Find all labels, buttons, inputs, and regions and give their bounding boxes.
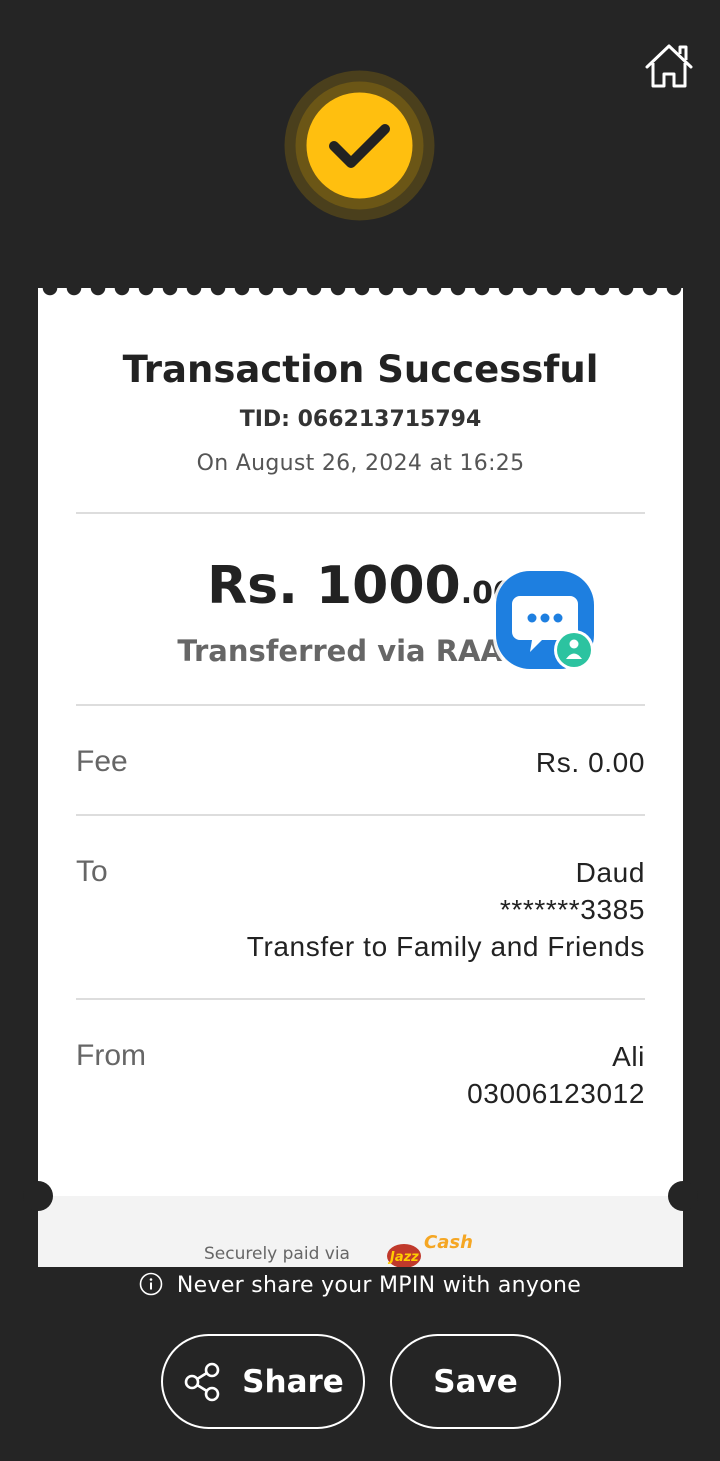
recipient-account: *******3385 <box>499 894 645 925</box>
receipt-notch-left <box>23 1181 53 1211</box>
share-button[interactable]: Share <box>161 1334 365 1429</box>
floating-chat-button[interactable] <box>490 566 602 678</box>
divider <box>76 512 645 514</box>
svg-text:Cash: Cash <box>424 1232 473 1253</box>
transaction-date: On August 26, 2024 at 16:25 <box>196 451 525 476</box>
mpin-warning: Never share your MPIN with anyone <box>0 1272 720 1298</box>
sender-account: 03006123012 <box>467 1078 645 1109</box>
sender-name: Ali <box>612 1041 645 1072</box>
divider <box>76 704 645 706</box>
receipt-scalloped-edge <box>38 288 683 302</box>
fee-value: Rs. 0.00 <box>535 747 645 778</box>
share-icon <box>184 1362 220 1401</box>
from-label: From <box>76 1039 146 1072</box>
secure-payment-text: Securely paid via <box>204 1244 350 1264</box>
transaction-id: TID: 066213715794 <box>239 407 482 432</box>
divider <box>76 998 645 1000</box>
transfer-purpose: Transfer to Family and Friends <box>246 931 645 962</box>
divider <box>76 814 645 816</box>
amount-main: Rs. 1000 <box>207 556 461 616</box>
receipt-title: Transaction Successful <box>122 348 599 391</box>
jazzcash-logo: Jazz Cash <box>387 1232 473 1267</box>
sender-details: Ali 03006123012 <box>467 1038 645 1112</box>
fee-label: Fee <box>76 745 128 778</box>
recipient-name: Daud <box>575 857 645 888</box>
share-label: Share <box>242 1363 344 1400</box>
save-button[interactable]: Save <box>390 1334 561 1429</box>
success-checkmark-badge <box>284 70 435 221</box>
home-icon <box>645 44 693 88</box>
warning-text: Never share your MPIN with anyone <box>176 1273 582 1298</box>
receipt-card: Transaction Successful TID: 066213715794… <box>38 288 683 1267</box>
chat-bubble-icon <box>493 569 597 673</box>
receipt-notch-right <box>668 1181 698 1211</box>
save-label: Save <box>433 1363 518 1400</box>
to-label: To <box>76 855 108 888</box>
checkmark-icon <box>284 70 435 221</box>
home-button[interactable] <box>642 40 696 94</box>
receipt-footer: Securely paid via Jazz Cash <box>38 1196 683 1267</box>
recipient-details: Daud *******3385 Transfer to Family and … <box>247 854 645 965</box>
svg-text:Jazz: Jazz <box>387 1250 419 1265</box>
info-icon <box>139 1272 163 1296</box>
